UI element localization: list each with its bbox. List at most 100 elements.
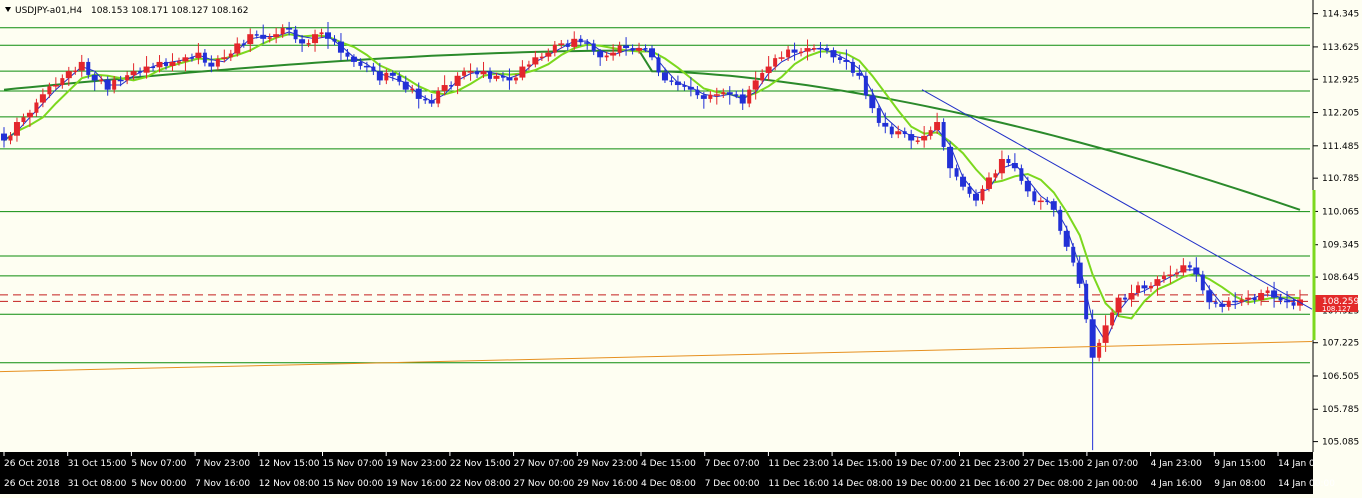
candle-body[interactable] (441, 85, 448, 91)
candle-body[interactable] (1136, 285, 1141, 294)
candle-body[interactable] (824, 48, 829, 51)
candle-body[interactable] (73, 70, 78, 73)
candle-body[interactable] (799, 51, 804, 54)
candle-body[interactable] (389, 72, 396, 76)
candle-body[interactable] (773, 58, 778, 67)
candle-body[interactable] (462, 71, 467, 76)
candle-body[interactable] (954, 168, 959, 177)
candle-body[interactable] (1148, 285, 1153, 289)
candle-body[interactable] (817, 48, 824, 50)
candle-body[interactable] (539, 56, 544, 59)
candle-body[interactable] (1141, 285, 1148, 289)
candle-body[interactable] (138, 71, 143, 73)
candle-body[interactable] (397, 75, 402, 82)
candle-body[interactable] (286, 27, 293, 30)
candle-body[interactable] (1050, 201, 1057, 210)
candle-body[interactable] (1187, 265, 1192, 268)
candle-body[interactable] (39, 94, 46, 103)
candle-body[interactable] (130, 71, 137, 76)
candle-body[interactable] (26, 112, 33, 118)
candle-body[interactable] (558, 43, 565, 45)
candle-body[interactable] (78, 61, 85, 71)
candle-body[interactable] (993, 173, 998, 178)
candle-body[interactable] (1291, 302, 1296, 306)
candle-body[interactable] (1265, 290, 1270, 294)
candle-body[interactable] (241, 43, 246, 45)
candle-body[interactable] (752, 80, 759, 90)
candle-body[interactable] (493, 75, 500, 79)
candle-body[interactable] (1278, 297, 1283, 301)
candle-body[interactable] (34, 102, 39, 113)
candle-body[interactable] (915, 140, 920, 142)
candle-body[interactable] (545, 52, 552, 57)
candle-body[interactable] (1161, 275, 1166, 280)
candle-body[interactable] (656, 57, 661, 73)
candle-body[interactable] (1252, 297, 1257, 301)
candle-body[interactable] (812, 48, 817, 50)
candle-body[interactable] (921, 135, 928, 141)
candle-body[interactable] (169, 61, 176, 66)
candle-body[interactable] (436, 90, 441, 104)
candle-body[interactable] (1045, 200, 1050, 203)
candle-body[interactable] (669, 80, 674, 82)
candle-body[interactable] (882, 122, 889, 127)
candle-body[interactable] (747, 89, 752, 104)
candle-body[interactable] (345, 52, 350, 57)
candle-body[interactable] (850, 61, 855, 73)
candle-body[interactable] (1128, 293, 1135, 300)
candle-body[interactable] (734, 94, 739, 96)
candle-body[interactable] (532, 57, 539, 65)
candle-body[interactable] (273, 34, 280, 38)
candle-body[interactable] (791, 49, 798, 53)
candle-body[interactable] (500, 75, 505, 78)
candle-body[interactable] (125, 75, 130, 81)
candle-body[interactable] (1084, 283, 1089, 320)
candle-body[interactable] (337, 41, 344, 53)
candle-body[interactable] (1206, 290, 1213, 303)
candle-body[interactable] (423, 98, 428, 101)
candle-body[interactable] (91, 74, 98, 81)
candle-body[interactable] (700, 95, 707, 99)
candle-body[interactable] (1019, 168, 1024, 181)
chart-window[interactable]: 114.345 113.625 112.925 112.205 111.485 110.7… (0, 0, 1362, 494)
candle-body[interactable] (363, 65, 370, 68)
candle-body[interactable] (941, 122, 946, 147)
candle-body[interactable] (908, 134, 915, 141)
candle-body[interactable] (151, 66, 156, 69)
candle-body[interactable] (86, 61, 91, 75)
candle-body[interactable] (350, 56, 357, 62)
candle-body[interactable] (830, 50, 837, 58)
candle-body[interactable] (475, 71, 480, 75)
candle-body[interactable] (60, 78, 65, 86)
candle-body[interactable] (293, 29, 298, 40)
candle-body[interactable] (623, 45, 630, 49)
candle-body[interactable] (332, 38, 337, 42)
candle-body[interactable] (1102, 325, 1109, 343)
candle-body[interactable] (280, 27, 285, 35)
candle-body[interactable] (721, 92, 726, 95)
candle-body[interactable] (1284, 300, 1291, 303)
candle-body[interactable] (889, 126, 894, 135)
candle-body[interactable] (1193, 267, 1200, 275)
candle-body[interactable] (449, 85, 454, 87)
candle-body[interactable] (604, 55, 609, 58)
candle-body[interactable] (1123, 297, 1128, 300)
candle-body[interactable] (760, 72, 765, 81)
candle-body[interactable] (1071, 246, 1076, 263)
candle-body[interactable] (565, 43, 570, 47)
candle-body[interactable] (47, 86, 52, 95)
candle-body[interactable] (13, 122, 20, 136)
candle-body[interactable] (428, 100, 435, 104)
candle-body[interactable] (99, 79, 104, 82)
candle-body[interactable] (112, 79, 117, 90)
candle-body[interactable] (863, 75, 868, 96)
candle-body[interactable] (998, 158, 1005, 174)
candle-body[interactable] (1115, 297, 1122, 313)
candle-body[interactable] (1006, 158, 1011, 163)
candle-body[interactable] (713, 94, 720, 96)
candle-body[interactable] (985, 177, 992, 189)
candle-body[interactable] (1154, 279, 1161, 286)
candle-body[interactable] (415, 88, 422, 99)
candle-body[interactable] (182, 57, 189, 62)
candle-body[interactable] (973, 193, 979, 201)
